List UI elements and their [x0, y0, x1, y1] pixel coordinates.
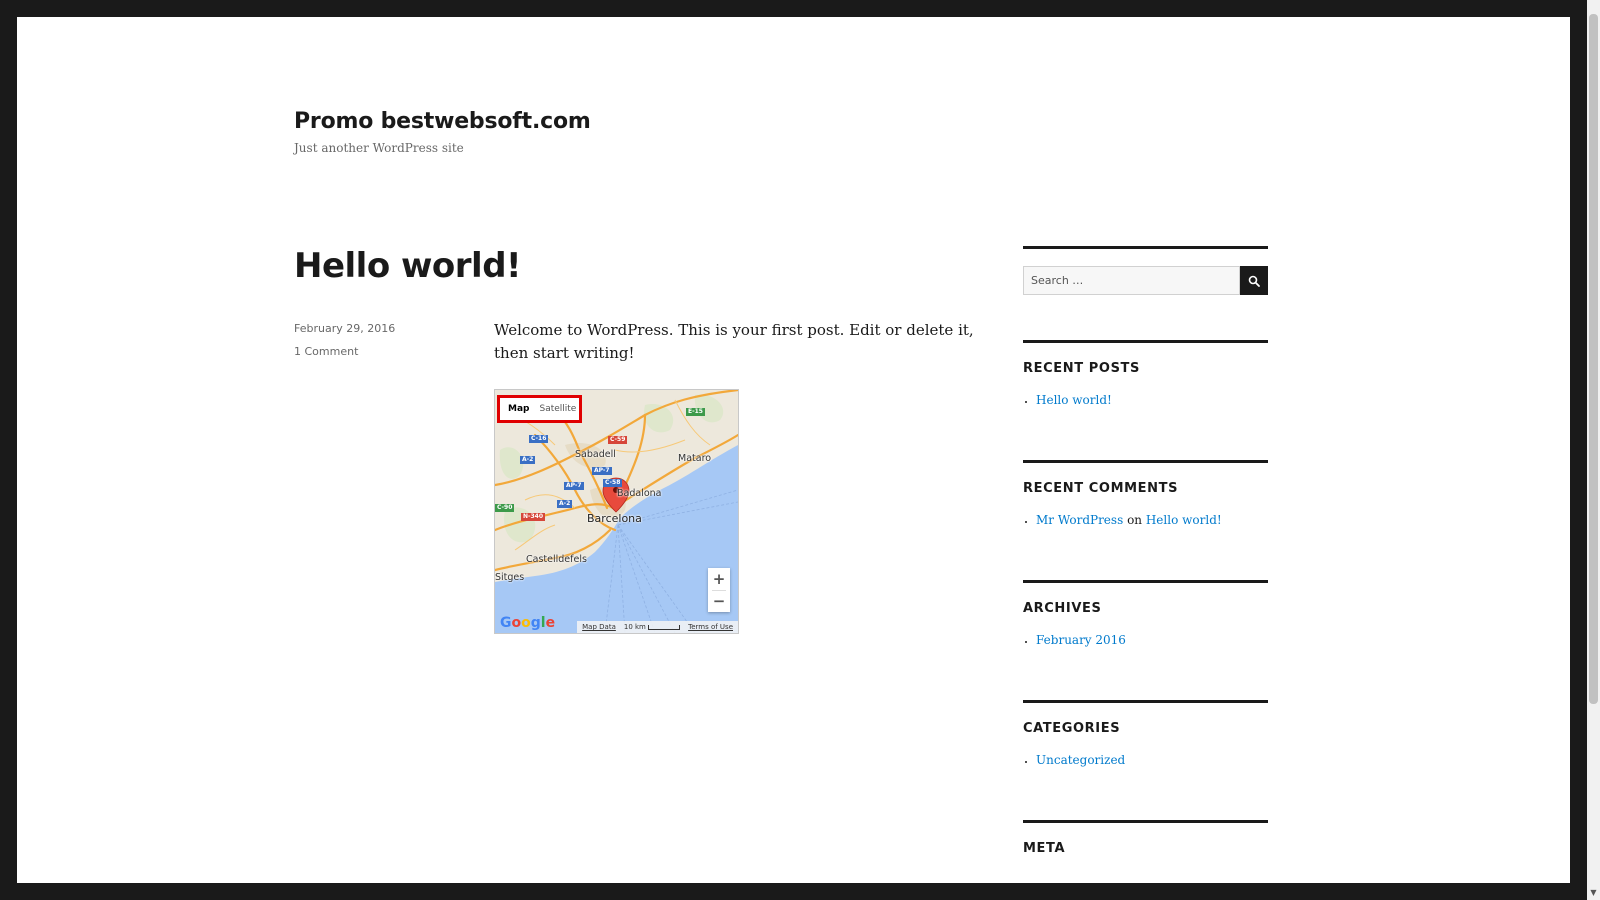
archives-list: February 2016	[1023, 630, 1268, 650]
scroll-down-arrow-icon[interactable]: ▼	[1587, 886, 1600, 900]
zoom-out-button[interactable]: −	[708, 591, 730, 612]
archive-link[interactable]: February 2016	[1036, 633, 1126, 647]
terms-of-use-link[interactable]: Terms of Use	[688, 623, 733, 631]
comment-author-link[interactable]: Mr WordPress	[1036, 513, 1123, 527]
page: Promo bestwebsoft.com Just another WordP…	[17, 17, 1570, 883]
map-label: Castelldefels	[526, 554, 587, 565]
list-item: Mr WordPress on Hello world!	[1036, 510, 1268, 530]
widget-title: RECENT POSTS	[1023, 361, 1140, 376]
road-badge: A-2	[520, 456, 536, 464]
zoom-in-button[interactable]: +	[708, 568, 730, 590]
search-icon	[1248, 275, 1260, 287]
meta-widget: META	[1023, 820, 1268, 856]
recent-post-link[interactable]: Hello world!	[1036, 393, 1112, 407]
list-item: Hello world!	[1036, 390, 1268, 410]
widget-title: ARCHIVES	[1023, 601, 1102, 616]
scrollbar[interactable]: ▼	[1587, 0, 1600, 900]
archives-widget: ARCHIVES February 2016	[1023, 580, 1268, 650]
search-form	[1023, 266, 1268, 295]
site-title[interactable]: Promo bestwebsoft.com	[294, 109, 591, 134]
map-label: Barcelona	[587, 512, 642, 525]
road-badge: AP-7	[564, 482, 584, 490]
map-type-map-button[interactable]: Map	[500, 404, 535, 414]
recent-posts-list: Hello world!	[1023, 390, 1268, 410]
map-label: Badalona	[617, 488, 662, 499]
road-badge: C-58	[603, 479, 623, 487]
scrollbar-thumb[interactable]	[1589, 14, 1598, 704]
search-input[interactable]	[1023, 266, 1240, 295]
road-badge: C-59	[608, 436, 628, 444]
post-date[interactable]: February 29, 2016	[294, 322, 395, 335]
list-item: February 2016	[1036, 630, 1268, 650]
road-badge: A-2	[557, 500, 573, 508]
map-type-satellite-button[interactable]: Satellite	[535, 404, 580, 414]
map-data-link[interactable]: Map Data	[582, 623, 616, 631]
search-button[interactable]	[1240, 266, 1268, 295]
widget-title: RECENT COMMENTS	[1023, 481, 1179, 496]
map-label: Sabadell	[575, 449, 616, 460]
map-widget[interactable]: C-16 C-59 E-15 A-2 AP-7 C-58 AP-7 A-2 C-…	[494, 389, 739, 634]
search-widget	[1023, 246, 1268, 295]
widget-title: META	[1023, 841, 1066, 856]
category-link[interactable]: Uncategorized	[1036, 753, 1125, 767]
list-item: Uncategorized	[1036, 750, 1268, 770]
road-badge: AP-7	[592, 467, 612, 475]
recent-posts-widget: RECENT POSTS Hello world!	[1023, 340, 1268, 410]
post-title[interactable]: Hello world!	[294, 246, 522, 286]
widget-divider	[1023, 246, 1268, 249]
scale-bar-icon	[648, 624, 681, 630]
post-body: Welcome to WordPress. This is your first…	[494, 321, 974, 362]
zoom-control: + −	[708, 568, 730, 612]
categories-list: Uncategorized	[1023, 750, 1268, 770]
recent-comments-list: Mr WordPress on Hello world!	[1023, 510, 1268, 530]
comment-on-text: on	[1127, 513, 1143, 527]
map-scale: 10 km	[624, 623, 681, 631]
post-comments-link[interactable]: 1 Comment	[294, 345, 358, 358]
comment-post-link[interactable]: Hello world!	[1146, 513, 1222, 527]
categories-widget: CATEGORIES Uncategorized	[1023, 700, 1268, 770]
road-badge: N-340	[521, 513, 546, 521]
map-attribution: Map Data 10 km Terms of Use	[577, 621, 738, 633]
road-badge: E-15	[686, 408, 705, 416]
map-footer: Google Map Data 10 km Terms of Use	[495, 615, 738, 633]
map-label: Mataro	[678, 453, 712, 464]
map-label: Sitges	[495, 572, 525, 583]
widget-title: CATEGORIES	[1023, 721, 1121, 736]
google-logo[interactable]: Google	[500, 615, 555, 631]
road-badge: C-90	[495, 504, 515, 512]
map-type-control: Map Satellite	[497, 395, 582, 423]
recent-comments-widget: RECENT COMMENTS Mr WordPress on Hello wo…	[1023, 460, 1268, 530]
road-badge: C-16	[529, 435, 549, 443]
site-description: Just another WordPress site	[294, 141, 464, 155]
